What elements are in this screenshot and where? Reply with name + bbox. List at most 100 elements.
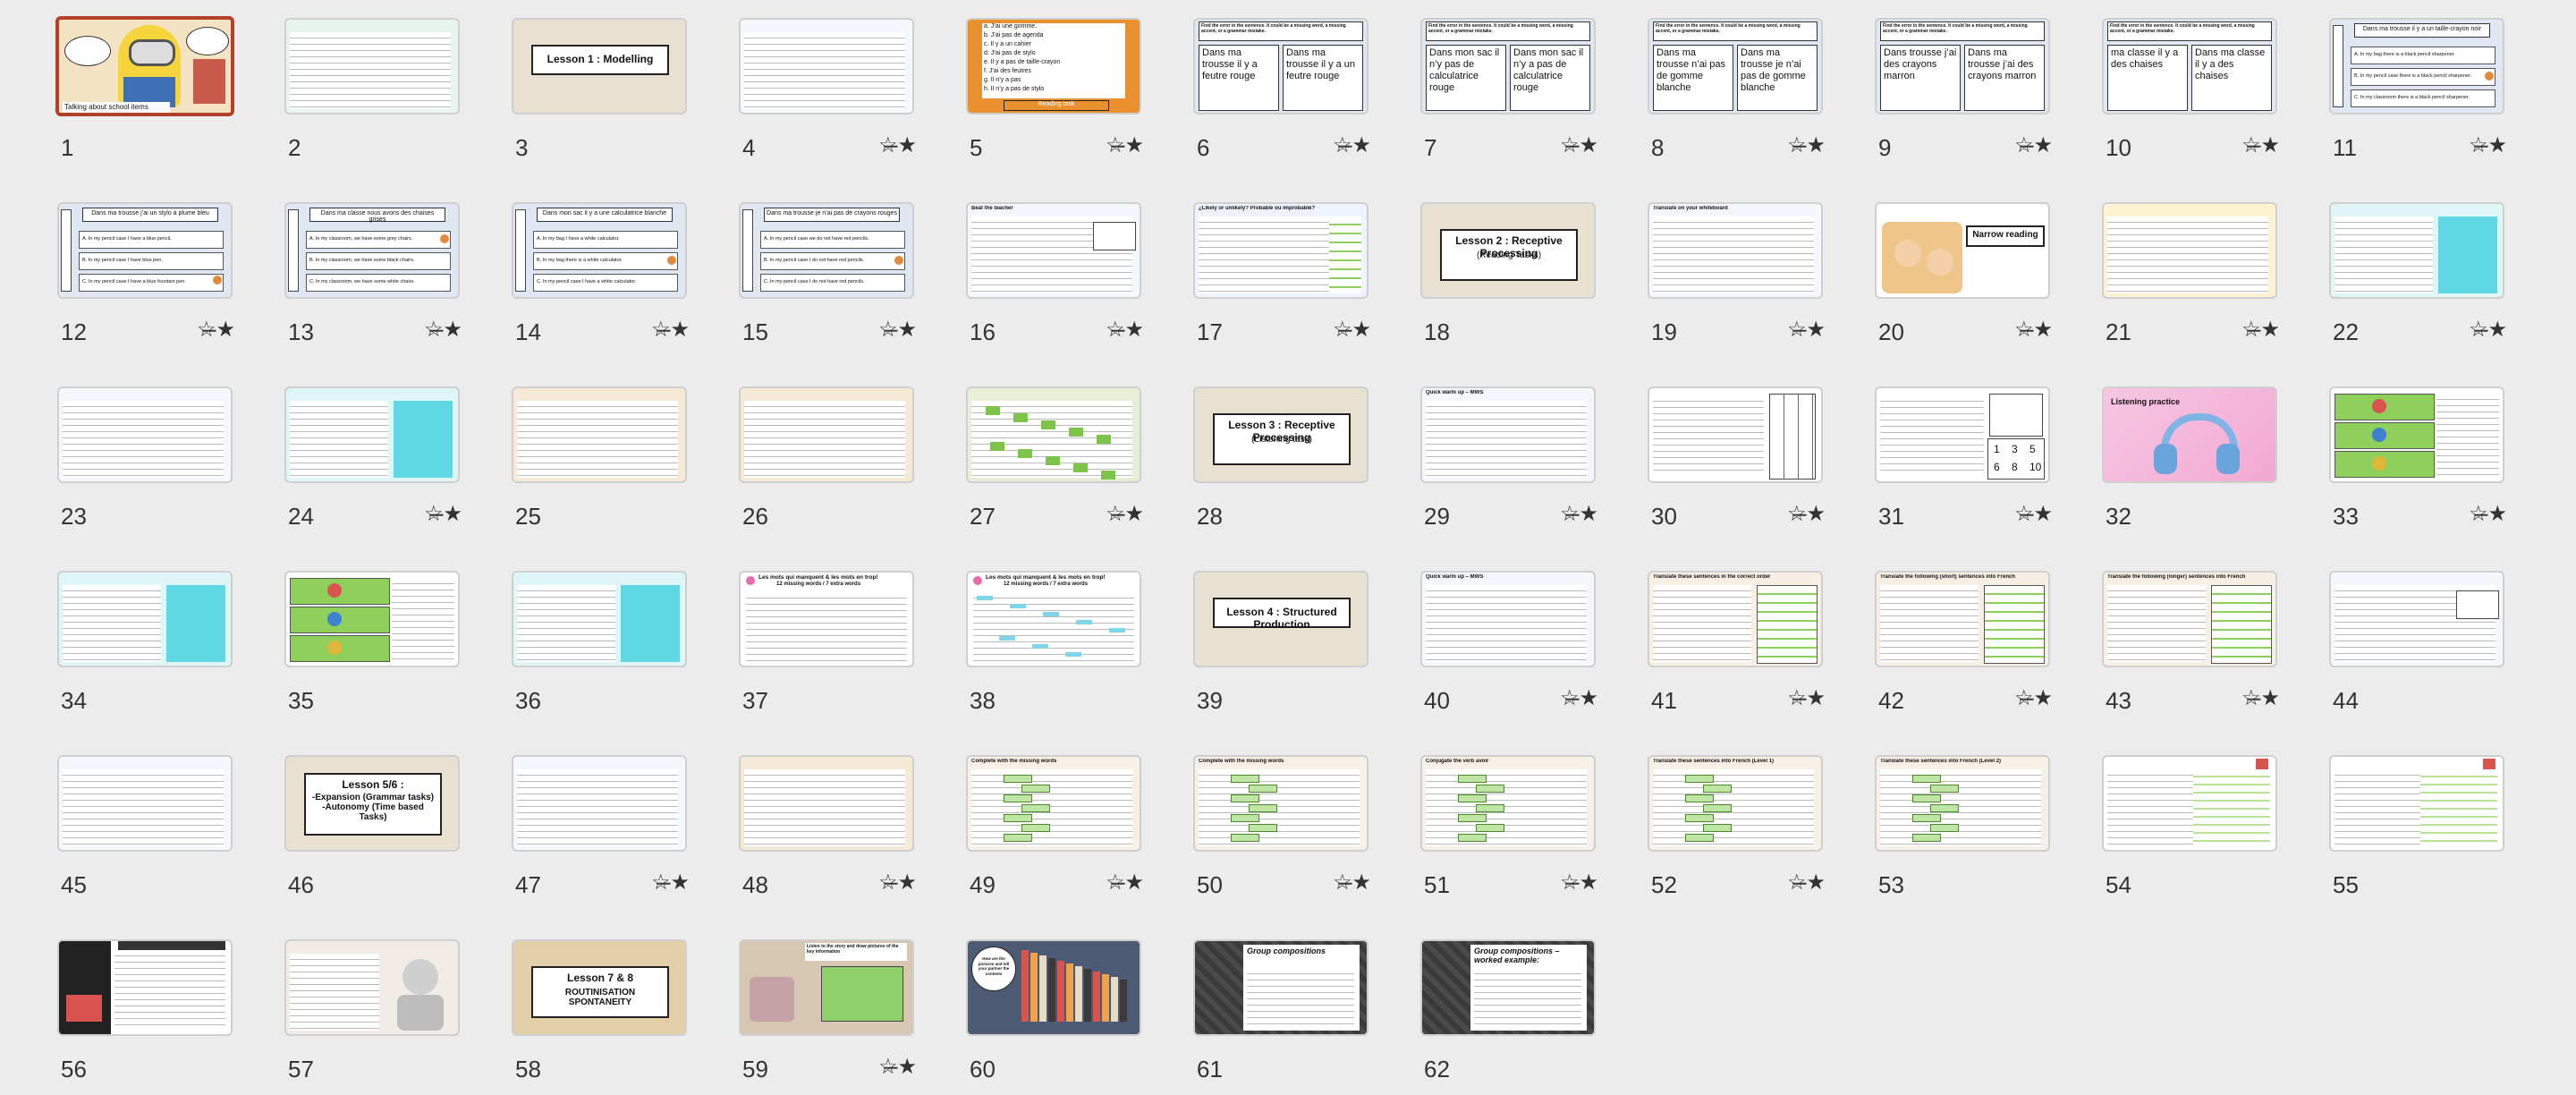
- slide-thumbnail[interactable]: [57, 939, 233, 1036]
- slide-thumbnail[interactable]: Listening practice: [2102, 386, 2277, 483]
- slide-cell[interactable]: Find the error in the sentence. It could…: [1193, 18, 1371, 161]
- slide-cell[interactable]: Beat the teacher 16 ☆̶★: [966, 202, 1144, 345]
- slide-cell[interactable]: Lesson 7 & 8 ROUTINISATION SPONTANEITY 58: [512, 939, 687, 1082]
- slide-cell[interactable]: 47 ☆̶★: [512, 755, 690, 898]
- slide-cell[interactable]: 23: [57, 386, 233, 530]
- slide-thumbnail[interactable]: Les mots qui manquent & les mots en trop…: [966, 571, 1141, 667]
- animation-star-icon[interactable]: ☆̶★: [878, 870, 917, 896]
- slide-cell[interactable]: Lesson 1 : Modelling 3: [512, 18, 687, 161]
- slide-thumbnail[interactable]: [512, 386, 687, 483]
- slide-cell[interactable]: 26: [739, 386, 914, 530]
- slide-cell[interactable]: Lesson 5/6 : -Expansion (Grammar tasks) -…: [284, 755, 460, 898]
- slide-thumbnail[interactable]: Complete with the missing words: [1193, 755, 1368, 852]
- slide-thumbnail[interactable]: Talking about school items: [55, 16, 234, 116]
- slide-cell[interactable]: Find the error in the sentence. It could…: [1875, 18, 2053, 161]
- animation-star-icon[interactable]: ☆̶★: [878, 1054, 917, 1080]
- slide-cell[interactable]: Translate these sentences in the correct…: [1648, 571, 1826, 714]
- slide-cell[interactable]: a. J’ai une gomme. b. J’ai pas de agenda c…: [966, 18, 1144, 161]
- slide-cell[interactable]: Complete with the missing words 50 ☆̶★: [1193, 755, 1371, 898]
- slide-thumbnail[interactable]: Find the error in the sentence. It could…: [2102, 18, 2277, 115]
- animation-star-icon[interactable]: ☆̶★: [424, 501, 462, 527]
- slide-cell[interactable]: Listen to the story and draw pictures of…: [739, 939, 917, 1082]
- slide-cell[interactable]: 48 ☆̶★: [739, 755, 917, 898]
- slide-thumbnail[interactable]: [739, 386, 914, 483]
- slide-thumbnail[interactable]: [2329, 571, 2504, 667]
- animation-star-icon[interactable]: ☆̶★: [2469, 501, 2507, 527]
- slide-thumbnail[interactable]: Quick warm up – MWS: [1420, 386, 1596, 483]
- animation-star-icon[interactable]: ☆̶★: [2014, 317, 2053, 343]
- animation-star-icon[interactable]: ☆̶★: [878, 317, 917, 343]
- slide-thumbnail[interactable]: Listen to the story and draw pictures of…: [739, 939, 914, 1036]
- slide-thumbnail[interactable]: [2329, 202, 2504, 299]
- slide-cell[interactable]: 2: [284, 18, 460, 161]
- animation-star-icon[interactable]: ☆̶★: [2469, 132, 2507, 158]
- slide-cell[interactable]: Dans ma trousse il y a un taille-crayon …: [2329, 18, 2507, 161]
- animation-star-icon[interactable]: ☆̶★: [2241, 317, 2280, 343]
- slide-cell[interactable]: Lesson 3 : Receptive Processing (Listenin…: [1193, 386, 1368, 530]
- animation-star-icon[interactable]: ☆̶★: [1560, 685, 1598, 711]
- slide-thumbnail[interactable]: Translate on your whiteboard: [1648, 202, 1823, 299]
- slide-thumbnail[interactable]: Group compositions: [1193, 939, 1368, 1036]
- slide-thumbnail[interactable]: [512, 755, 687, 852]
- slide-thumbnail[interactable]: Les mots qui manquent & les mots en trop…: [739, 571, 914, 667]
- slide-cell[interactable]: Les mots qui manquent & les mots en trop…: [966, 571, 1141, 714]
- slide-cell[interactable]: 44: [2329, 571, 2504, 714]
- slide-cell[interactable]: Les mots qui manquent & les mots en trop…: [739, 571, 914, 714]
- animation-star-icon[interactable]: ☆̶★: [1106, 317, 1144, 343]
- slide-thumbnail[interactable]: [57, 571, 233, 667]
- slide-cell[interactable]: Dans ma classe nous avons des chaises gr…: [284, 202, 462, 345]
- slide-cell[interactable]: 54: [2102, 755, 2277, 898]
- slide-cell[interactable]: Dans ma trousse j’ai un stylo à plume bl…: [57, 202, 235, 345]
- animation-star-icon[interactable]: ☆̶★: [651, 317, 690, 343]
- slide-thumbnail[interactable]: Dans ma trousse j’ai un stylo à plume bl…: [57, 202, 233, 299]
- slide-thumbnail[interactable]: Lesson 5/6 : -Expansion (Grammar tasks) -…: [284, 755, 460, 852]
- slide-cell[interactable]: Listening practice 32: [2102, 386, 2277, 530]
- slide-cell[interactable]: 27 ☆̶★: [966, 386, 1144, 530]
- slide-thumbnail[interactable]: [284, 386, 460, 483]
- animation-star-icon[interactable]: ☆̶★: [1787, 685, 1826, 711]
- slide-thumbnail[interactable]: Narrow reading: [1875, 202, 2050, 299]
- slide-cell[interactable]: Talking about school items 1: [55, 16, 234, 161]
- slide-cell[interactable]: Complete with the missing words 49 ☆̶★: [966, 755, 1144, 898]
- animation-star-icon[interactable]: ☆̶★: [1106, 132, 1144, 158]
- animation-star-icon[interactable]: ☆̶★: [1106, 870, 1144, 896]
- slide-cell[interactable]: Translate these sentences into French (L…: [1875, 755, 2050, 898]
- animation-star-icon[interactable]: ☆̶★: [2241, 132, 2280, 158]
- animation-star-icon[interactable]: ☆̶★: [1787, 317, 1826, 343]
- slide-thumbnail[interactable]: Find the error in the sentence. It could…: [1193, 18, 1368, 115]
- slide-cell[interactable]: Narrow reading 20 ☆̶★: [1875, 202, 2053, 345]
- slide-cell[interactable]: Translate these sentences into French (L…: [1648, 755, 1826, 898]
- slide-cell[interactable]: 36: [512, 571, 687, 714]
- slide-cell[interactable]: Lesson 4 : Structured Production 39: [1193, 571, 1368, 714]
- slide-cell[interactable]: How are the pictures and tell your partn…: [966, 939, 1141, 1082]
- slide-cell[interactable]: Find the error in the sentence. It could…: [1648, 18, 1826, 161]
- slide-thumbnail[interactable]: 1 3 5 6 8 10: [1875, 386, 2050, 483]
- slide-cell[interactable]: Group compositions – worked example: 62: [1420, 939, 1596, 1082]
- slide-thumbnail[interactable]: Dans mon sac il y a une calculatrice bla…: [512, 202, 687, 299]
- slide-cell[interactable]: 57: [284, 939, 460, 1082]
- slide-thumbnail[interactable]: Lesson 3 : Receptive Processing (Listenin…: [1193, 386, 1368, 483]
- animation-star-icon[interactable]: ☆̶★: [651, 870, 690, 896]
- slide-thumbnail[interactable]: Conjugate the verb avoir: [1420, 755, 1596, 852]
- slide-cell[interactable]: Quick warm up – MWS 29 ☆̶★: [1420, 386, 1598, 530]
- slide-thumbnail[interactable]: [2102, 755, 2277, 852]
- animation-star-icon[interactable]: ☆̶★: [197, 317, 235, 343]
- slide-thumbnail[interactable]: Lesson 7 & 8 ROUTINISATION SPONTANEITY: [512, 939, 687, 1036]
- animation-star-icon[interactable]: ☆̶★: [1787, 870, 1826, 896]
- slide-thumbnail[interactable]: Translate the following (longer) sentenc…: [2102, 571, 2277, 667]
- slide-thumbnail[interactable]: [284, 939, 460, 1036]
- slide-thumbnail[interactable]: ¿Likely or unlikely? Probable ou improba…: [1193, 202, 1368, 299]
- slide-cell[interactable]: 56: [57, 939, 233, 1082]
- animation-star-icon[interactable]: ☆̶★: [1333, 870, 1371, 896]
- slide-cell[interactable]: Group compositions 61: [1193, 939, 1368, 1082]
- slide-thumbnail[interactable]: Find the error in the sentence. It could…: [1648, 18, 1823, 115]
- animation-star-icon[interactable]: ☆̶★: [2014, 685, 2053, 711]
- animation-star-icon[interactable]: ☆̶★: [2014, 132, 2053, 158]
- slide-thumbnail[interactable]: [2329, 386, 2504, 483]
- slide-cell[interactable]: 4 ☆̶★: [739, 18, 917, 161]
- animation-star-icon[interactable]: ☆̶★: [878, 132, 917, 158]
- slide-thumbnail[interactable]: a. J’ai une gomme. b. J’ai pas de agenda c…: [966, 18, 1141, 115]
- slide-thumbnail[interactable]: Translate these sentences into French (L…: [1875, 755, 2050, 852]
- slide-thumbnail[interactable]: [966, 386, 1141, 483]
- slide-thumbnail[interactable]: [1648, 386, 1823, 483]
